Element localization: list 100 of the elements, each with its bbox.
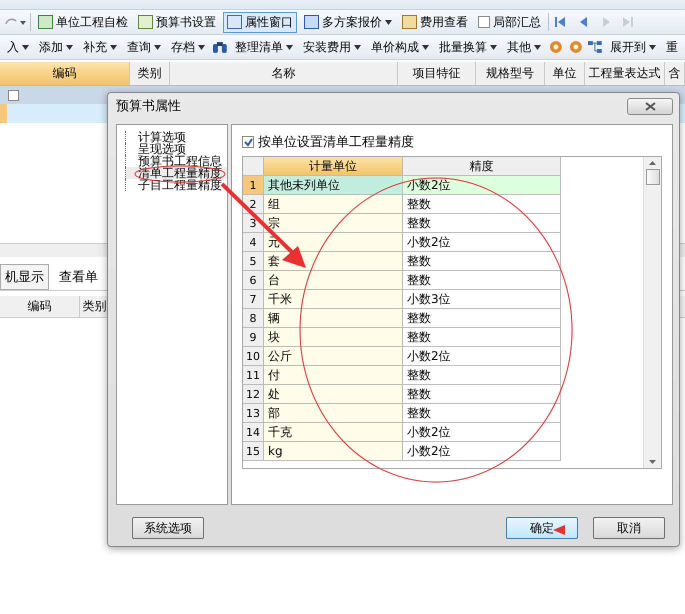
panel-tab[interactable]: 机显示 [0,264,49,290]
checkbox-label: 局部汇总 [493,14,541,30]
table-cell[interactable]: kg [264,442,403,461]
row-number: 11 [243,366,264,385]
table-cell[interactable]: 小数2位 [403,176,561,195]
caret-icon [154,44,161,50]
table-cell[interactable]: 台 [264,271,403,290]
table-cell[interactable]: 块 [264,328,403,347]
menu-button[interactable]: 存档 [168,36,208,58]
toolbar-button[interactable]: 多方案报价 [301,12,395,32]
menu-button[interactable]: 批量换算 [436,36,500,58]
menu-button[interactable]: 添加 [36,36,76,58]
menu-button[interactable]: 重 [663,36,681,58]
binoculars-icon[interactable] [212,40,228,54]
row-number: 8 [243,309,264,328]
collapse-icon[interactable] [8,90,19,100]
row-number: 10 [243,347,264,366]
row-number: 14 [243,423,264,442]
caret-icon [422,44,429,50]
row-number: 1 [243,176,264,195]
table-cell[interactable]: 小数2位 [403,233,561,252]
table-cell[interactable]: 付 [264,366,403,385]
toolbar-icon [304,15,319,29]
caret-icon [198,44,205,50]
table-cell[interactable]: 整数 [403,195,561,214]
table-cell[interactable]: 小数3位 [403,290,561,309]
dialog-button[interactable]: 确定 [506,517,578,539]
checkbox[interactable] [242,136,254,148]
column-header[interactable]: 编码 [0,62,130,85]
row-number: 5 [243,252,264,271]
scroll-thumb[interactable] [646,169,660,185]
menu-button[interactable]: 其他 [504,36,544,58]
caret-icon [22,44,29,50]
table-cell[interactable]: 部 [264,404,403,423]
table-cell[interactable]: 千克 [264,423,403,442]
row-number: 7 [243,290,264,309]
close-button[interactable] [627,98,673,114]
tree-item[interactable]: 呈现选项 [125,143,227,155]
menu-button[interactable]: 整理清单 [232,36,296,58]
row-number: 15 [243,442,264,461]
caret-icon [490,44,497,50]
menu-button[interactable]: 入 [4,36,32,58]
table-cell[interactable]: 整数 [403,404,561,423]
menu-button[interactable]: 补充 [80,36,120,58]
checkbox[interactable] [478,16,490,28]
toolbar-button[interactable]: 属性窗口 [223,12,297,32]
table-cell[interactable]: 整数 [403,366,561,385]
toolbar-button[interactable]: 预算书设置 [135,12,219,32]
table-cell[interactable]: 处 [264,385,403,404]
toolbar-icon [227,15,242,29]
menu-button[interactable]: 安装费用 [300,36,364,58]
row-number: 9 [243,328,264,347]
caret-icon [354,44,361,50]
dialog-button[interactable]: 取消 [593,517,665,539]
checkbox-label: 按单位设置清单工程量精度 [258,134,414,151]
toolbar-button[interactable]: 费用查看 [399,12,471,32]
dialog-button[interactable]: 系统选项 [132,517,204,539]
column-header[interactable]: 计量单位 [264,157,403,176]
table-cell[interactable]: 辆 [264,309,403,328]
row-number: 4 [243,233,264,252]
table-cell[interactable]: 整数 [403,252,561,271]
table-cell[interactable]: 其他未列单位 [264,176,403,195]
toolbar-button[interactable]: 单位工程自检 [35,12,131,32]
table-cell[interactable]: 公斤 [264,347,403,366]
table-cell[interactable]: 小数2位 [403,347,561,366]
annotation-arrow [553,525,565,535]
caret-icon [534,44,541,50]
table-cell[interactable]: 组 [264,195,403,214]
table-cell[interactable]: 千米 [264,290,403,309]
table-cell[interactable]: 宗 [264,214,403,233]
caret-icon [385,20,392,24]
tree-item[interactable]: 计算选项 [125,131,227,143]
table-cell[interactable]: 整数 [403,214,561,233]
scrollbar[interactable] [643,157,661,468]
tree-icon[interactable] [587,40,603,54]
table-cell[interactable]: 套 [264,252,403,271]
menu-button[interactable]: 查询 [124,36,164,58]
table-cell[interactable]: 整数 [403,271,561,290]
caret-icon [110,44,117,50]
menu-button[interactable]: 展开到 [607,36,659,58]
column-header: 类别 [80,296,110,317]
table-cell[interactable]: 小数2位 [403,442,561,461]
column-header: 编码 [0,296,80,317]
scroll-down-icon[interactable] [649,460,656,464]
row-number: 12 [243,385,264,404]
table-cell[interactable]: 小数2位 [403,423,561,442]
table-cell[interactable]: 整数 [403,309,561,328]
table-cell[interactable]: 整数 [403,385,561,404]
menu-button[interactable]: 单价构成 [368,36,432,58]
panel-tab[interactable]: 查看单 [55,264,102,288]
toolbar-icon [38,15,53,29]
toolbar-icon [138,15,153,29]
table-cell[interactable]: 整数 [403,328,561,347]
scroll-up-icon[interactable] [649,161,656,165]
caret-icon [649,44,656,50]
column-header[interactable]: 精度 [403,157,561,176]
toolbar-icon [402,15,417,29]
close-icon [644,102,656,110]
header-corner [243,157,264,176]
caret-icon [66,44,73,50]
